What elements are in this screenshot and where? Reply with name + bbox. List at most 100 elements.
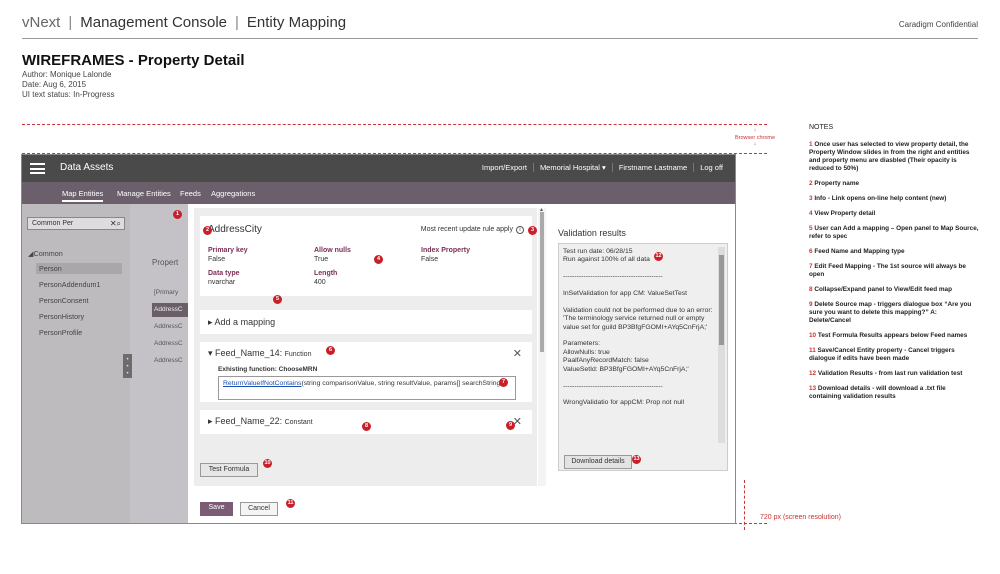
browser-chrome-guide-top [22,124,767,125]
hamburger-menu-icon[interactable] [30,163,45,174]
save-button[interactable]: Save [200,502,233,516]
property-list-heading: Propert [152,258,179,267]
entity-search-input[interactable]: Common Per ✕⌕ [27,217,125,230]
annotation-badge-3: 3 [528,226,537,235]
note-item: 7 Edit Feed Mapping - The 1st source wil… [809,263,966,278]
property-row: AddressC [152,303,192,317]
annotation-badge-10: 10 [263,459,272,468]
add-mapping-button[interactable]: ▸ Add a mapping [200,310,532,334]
tree-item[interactable]: PersonAddendum1 [36,279,122,290]
entity-tree: ◢Common Person PersonAddendum1 PersonCon… [28,249,122,343]
tree-item[interactable]: Person [36,263,122,274]
property-detail-panel: AddressCity Most recent update rule appl… [188,204,735,523]
function-link[interactable]: ReturnValueIfNotContains [223,380,301,387]
property-row: [Primary [154,289,179,296]
text-status: UI text status: In-Progress [22,90,115,99]
date: Date: Aug 6, 2015 [22,80,87,89]
annotation-badge-12: 12 [654,252,663,261]
note-item: 13 Download details - will download a .t… [809,385,946,400]
tree-item[interactable]: PersonProfile [36,327,122,338]
confidential-label: Caradigm Confidential [898,20,978,29]
page-header: vNext | Management Console | Entity Mapping [22,14,347,31]
log-off-link[interactable]: Log off [693,163,729,172]
note-item: 2 Property name [809,180,860,187]
tree-group-common[interactable]: ◢Common [28,249,122,258]
tab-manage-entities[interactable]: Manage Entities [117,189,171,198]
tab-aggregations[interactable]: Aggregations [211,189,255,198]
search-icon[interactable]: ✕⌕ [110,219,121,229]
validation-results-text: Test run date: 06/28/15 Run against 100%… [563,248,713,407]
tab-map-entities[interactable]: Map Entities [62,189,104,202]
chevron-right-icon: ▸ [208,317,213,327]
wireframe-meta: Author: Monique Lalonde Date: Aug 6, 201… [22,70,114,100]
field-length: Length 400 [314,270,338,286]
annotation-badge-1: 1 [173,210,182,219]
annotation-badge-6: 6 [326,346,335,355]
app-screen: Data Assets Import/Export Memorial Hospi… [21,154,736,524]
chevron-right-icon: ▸ [208,416,213,426]
screen-width-guide [744,480,745,530]
annotation-badge-9: 9 [506,421,515,430]
edit-area-scrollbar[interactable]: ▲ [538,207,546,486]
browser-chrome-label: ↑ Browser chrome ↓ [735,128,776,147]
annotation-badge-5: 5 [273,295,282,304]
hospital-selector[interactable]: Memorial Hospital ▾ [532,163,612,172]
tree-item[interactable]: PersonConsent [36,295,122,306]
scroll-thumb[interactable] [719,255,724,345]
function-editor[interactable]: ReturnValueIfNotContains(string comparis… [218,376,516,400]
notes-title: NOTES [809,124,834,131]
user-name-link[interactable]: Firstname Lastname [611,163,693,172]
update-rule-label: Most recent update rule apply i [421,226,524,234]
note-item: 8 Collapse/Expand panel to View/Edit fee… [809,286,953,293]
notes-panel: NOTES 1 Once user has selected to view p… [809,124,979,408]
chevron-down-icon: ▾ [208,348,213,358]
validation-scrollbar[interactable] [718,247,725,443]
property-edit-area: AddressCity Most recent update rule appl… [194,208,537,486]
note-item: 5 User can Add a mapping – Open panel to… [809,225,979,240]
sub-navigation: Map Entities Manage Entities Feeds Aggre… [22,182,735,204]
entity-sidebar: Common Per ✕⌕ ◢Common Person PersonAdden… [22,204,130,523]
field-index-property: Index Property False [421,247,471,263]
import-export-link[interactable]: Import/Export [476,163,533,172]
scroll-thumb[interactable] [540,212,544,352]
feed-mapping-card-expanded: ▾ Feed_Name_14: Function ✕ Exhisting fun… [200,342,532,402]
cancel-button[interactable]: Cancel [240,502,278,516]
note-item: 9 Delete Source map - triggers dialogue … [809,301,972,324]
annotation-badge-2: 2 [203,226,212,235]
feed-title[interactable]: ▸ Feed_Name_22: Constant [208,416,313,427]
property-row: AddressC [154,323,183,330]
note-item: 4 View Property detail [809,210,876,217]
note-item: 3 Info - Link opens on-line help content… [809,195,947,202]
info-icon[interactable]: i [516,226,524,234]
tree-item[interactable]: PersonHistory [36,311,122,322]
app-bar: Data Assets Import/Export Memorial Hospi… [22,155,735,182]
note-item: 6 Feed Name and Mapping type [809,248,905,255]
annotation-badge-4: 4 [374,255,383,264]
property-list-background: Propert [Primary AddressC AddressC Addre… [130,204,192,523]
property-row: AddressC [154,357,183,364]
feed-title[interactable]: ▾ Feed_Name_14: Function [208,348,311,359]
wireframe-title: WIREFRAMES - Property Detail [22,52,245,69]
field-primary-key: Primary key False [208,247,248,263]
field-allow-nulls: Allow nulls True [314,247,351,263]
existing-function-label: Exhisting function: ChooseMRN [218,366,318,373]
delete-mapping-icon[interactable]: ✕ [513,347,522,360]
panel-drag-handle[interactable]: • • • [123,354,132,378]
annotation-badge-11: 11 [286,499,295,508]
brand-name: vNext [22,14,61,31]
download-details-button[interactable]: Download details [564,455,632,469]
annotation-badge-7: 7 [499,378,508,387]
top-links: Import/Export Memorial Hospital ▾ Firstn… [476,163,729,172]
annotation-badge-13: 13 [632,455,641,464]
validation-results-box: Test run date: 06/28/15 Run against 100%… [558,243,728,471]
author: Author: Monique Lalonde [22,70,112,79]
field-data-type: Data type nvarchar [208,270,240,286]
page-name: Entity Mapping [246,14,347,31]
annotation-badge-8: 8 [362,422,371,431]
header-divider [22,38,978,39]
validation-results-title: Validation results [558,228,626,238]
note-item: 11 Save/Cancel Entity property - Cancel … [809,347,955,362]
test-formula-button[interactable]: Test Formula [200,463,258,477]
tab-feeds[interactable]: Feeds [180,189,201,198]
note-item: 1 Once user has selected to view propert… [809,141,970,172]
